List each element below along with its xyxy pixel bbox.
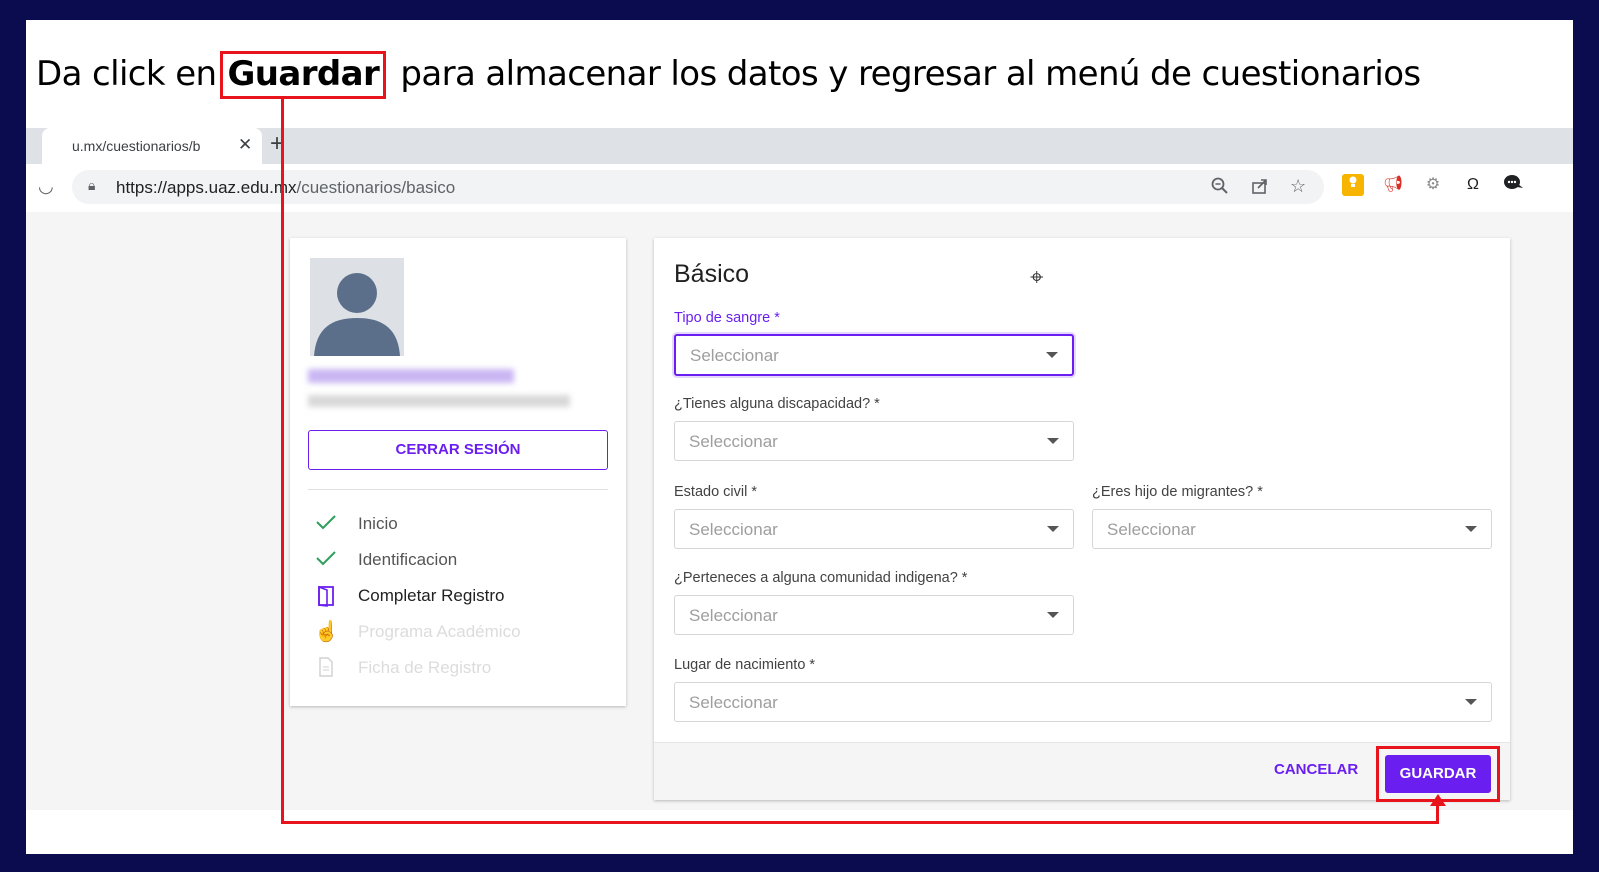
form-card: Básico ⌖ Tipo de sangre * Seleccionar ¿T… — [654, 238, 1510, 802]
annotation-line-vertical — [281, 96, 284, 824]
gear-icon[interactable]: ⚙ — [1422, 174, 1444, 196]
select-tipo-sangre[interactable]: Seleccionar — [674, 334, 1074, 376]
megaphone-icon[interactable]: 📢︎ — [1382, 174, 1404, 196]
loading-icon[interactable]: ◡ — [38, 176, 54, 197]
instruction-highlight-box: Guardar — [220, 51, 387, 99]
step-item-completar-registro[interactable]: Completar Registro — [314, 583, 604, 609]
user-card: CERRAR SESIÓN Inicio Identificacion Comp… — [290, 238, 626, 706]
extension-keep-icon[interactable] — [1342, 174, 1364, 196]
divider — [308, 489, 608, 490]
form-title: Básico — [674, 260, 750, 288]
form-footer: CANCELAR GUARDAR — [654, 742, 1510, 802]
arrow-up-icon — [1430, 794, 1446, 806]
save-button[interactable]: GUARDAR — [1385, 755, 1491, 793]
step-item-identificacion[interactable]: Identificacion — [314, 547, 604, 573]
field-label-discapacidad: ¿Tienes alguna discapacidad? * — [674, 396, 880, 412]
instruction-prefix: Da click en — [36, 54, 217, 94]
step-label: Ficha de Registro — [358, 658, 492, 677]
select-placeholder: Seleccionar — [689, 693, 778, 712]
address-bar[interactable]: 🔒︎ https://apps.uaz.edu.mx/cuestionarios… — [72, 170, 1324, 204]
field-label-estado-civil: Estado civil * — [674, 484, 758, 500]
browser-tab[interactable]: u.mx/cuestionarios/b ✕ — [42, 128, 262, 164]
lock-icon: 🔒︎ — [88, 177, 96, 193]
field-label-comunidad-indigena: ¿Perteneces a alguna comunidad indigena?… — [674, 570, 968, 586]
omega-icon[interactable]: Ω — [1462, 174, 1484, 196]
url-text: https://apps.uaz.edu.mx/cuestionarios/ba… — [116, 178, 455, 198]
page-content: CERRAR SESIÓN Inicio Identificacion Comp… — [26, 212, 1573, 810]
document-icon — [314, 657, 338, 679]
crosshair-cursor-icon: ⌖ — [1030, 264, 1044, 291]
bookmark-star-icon[interactable]: ☆ — [1290, 176, 1306, 197]
step-label: Programa Académico — [358, 622, 521, 641]
tutorial-slide: Da click en Guardar para almacenar los da… — [26, 20, 1573, 854]
dropdown-arrow-icon — [1465, 526, 1477, 532]
check-icon — [314, 513, 338, 535]
select-hijo-migrantes[interactable]: Seleccionar — [1092, 509, 1492, 549]
select-placeholder: Seleccionar — [689, 520, 778, 539]
field-label-tipo-sangre: Tipo de sangre * — [674, 310, 780, 326]
instruction-suffix: para almacenar los datos y regresar al m… — [400, 54, 1421, 94]
field-label-hijo-migrantes: ¿Eres hijo de migrantes? * — [1092, 484, 1263, 500]
dropdown-arrow-icon — [1046, 352, 1058, 358]
share-icon[interactable] — [1250, 176, 1270, 201]
step-item-inicio[interactable]: Inicio — [314, 511, 604, 537]
user-id-redacted — [308, 395, 570, 407]
select-placeholder: Seleccionar — [690, 346, 779, 365]
step-item-ficha-de-registro: Ficha de Registro — [314, 655, 604, 681]
field-label-lugar-nacimiento: Lugar de nacimiento * — [674, 657, 816, 673]
step-label: Completar Registro — [358, 586, 505, 605]
step-label: Inicio — [358, 514, 398, 533]
select-placeholder: Seleccionar — [1107, 520, 1196, 539]
url-path: /cuestionarios/basico — [296, 178, 456, 197]
close-icon[interactable]: ✕ — [238, 135, 252, 155]
dropdown-arrow-icon — [1465, 699, 1477, 705]
select-discapacidad[interactable]: Seleccionar — [674, 421, 1074, 461]
select-comunidad-indigena[interactable]: Seleccionar — [674, 595, 1074, 635]
annotation-line-horizontal — [281, 821, 1439, 824]
select-estado-civil[interactable]: Seleccionar — [674, 509, 1074, 549]
logout-button[interactable]: CERRAR SESIÓN — [308, 430, 608, 470]
zoom-icon[interactable] — [1210, 176, 1230, 201]
instruction-text: Da click en Guardar para almacenar los da… — [36, 51, 1421, 99]
annotation-line-up — [1436, 804, 1439, 824]
select-placeholder: Seleccionar — [689, 606, 778, 625]
user-name-redacted — [308, 369, 514, 383]
cancel-button[interactable]: CANCELAR — [1274, 761, 1358, 778]
open-door-icon — [314, 585, 338, 607]
avatar — [310, 258, 404, 356]
hand-pointer-icon: ☝ — [314, 621, 339, 643]
tab-title: u.mx/cuestionarios/b — [72, 138, 201, 154]
browser-toolbar: ◡ 🔒︎ https://apps.uaz.edu.mx/cuestionari… — [26, 164, 1573, 212]
browser-tab-bar: u.mx/cuestionarios/b ✕ + — [26, 128, 1573, 164]
select-lugar-nacimiento[interactable]: Seleccionar — [674, 682, 1492, 722]
step-label: Identificacion — [358, 550, 458, 569]
select-placeholder: Seleccionar — [689, 432, 778, 451]
dropdown-arrow-icon — [1047, 526, 1059, 532]
instruction-highlight: Guardar — [227, 54, 380, 94]
dropdown-arrow-icon — [1047, 612, 1059, 618]
chat-bubble-icon[interactable] — [1502, 174, 1524, 196]
url-host: https://apps.uaz.edu.mx — [116, 178, 297, 197]
step-item-programa-academico: ☝ Programa Académico — [314, 619, 604, 645]
check-icon — [314, 549, 338, 571]
dropdown-arrow-icon — [1047, 438, 1059, 444]
